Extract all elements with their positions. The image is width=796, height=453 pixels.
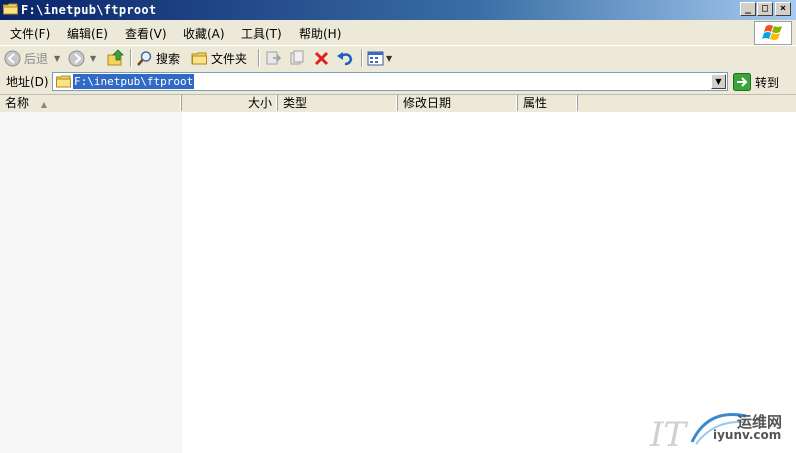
search-button[interactable]: 搜索 [136,48,180,68]
go-arrow-icon [733,73,751,91]
column-attributes[interactable]: 属性 [518,95,578,111]
minimize-button[interactable]: _ [740,2,756,16]
svg-text:IT: IT [649,415,688,453]
column-name-label: 名称 [5,96,30,110]
column-size-label: 大小 [247,96,272,110]
column-attributes-label: 属性 [523,96,548,110]
menu-view[interactable]: 查看(V) [125,25,167,42]
undo-button[interactable] [336,48,354,68]
delete-button[interactable] [313,48,330,68]
menu-bar: 文件(F) 编辑(E) 查看(V) 收藏(A) 工具(T) 帮助(H) [0,20,796,46]
views-dropdown-icon[interactable]: ▼ [386,54,392,63]
watermark-url: iyunv.com [713,428,782,442]
folders-button[interactable]: 文件夹 [191,48,247,68]
close-button[interactable]: × [775,2,791,16]
up-folder-button[interactable] [107,48,125,68]
address-value: F:\inetpub\ftproot [73,74,195,89]
folders-label: 文件夹 [211,51,248,66]
column-modified-label: 修改日期 [403,96,452,110]
column-type-label: 类型 [283,96,308,110]
toolbar-separator [258,49,260,67]
window-title: F:\inetpub\ftproot [21,3,157,17]
up-folder-icon [107,49,124,66]
column-type[interactable]: 类型 [278,95,398,111]
sort-ascending-icon: ▲ [40,100,47,109]
copy-to-button[interactable] [289,48,306,68]
forward-dropdown-icon[interactable]: ▼ [90,54,96,63]
menu-help[interactable]: 帮助(H) [299,25,341,42]
menu-favorites[interactable]: 收藏(A) [183,25,225,42]
address-dropdown-button[interactable]: ▼ [711,74,726,89]
delete-icon [314,51,329,65]
menu-tools[interactable]: 工具(T) [241,25,282,42]
name-column-area[interactable] [0,112,182,453]
folders-icon [191,52,207,64]
column-name[interactable]: 名称 ▲ [0,95,182,111]
address-input[interactable]: F:\inetpub\ftproot ▼ [52,72,728,91]
menu-edit[interactable]: 编辑(E) [67,25,108,42]
search-icon [137,50,152,66]
folder-icon [3,3,18,15]
back-arrow-icon [4,50,21,66]
move-to-button[interactable] [265,48,282,68]
toolbar: 后退 ▼ ▼ 搜索 文件夹 ▼ [0,46,796,71]
windows-logo-icon [754,21,792,45]
toolbar-separator [130,49,132,67]
undo-icon [337,51,353,65]
go-button[interactable]: 转到 [733,72,779,92]
title-bar[interactable]: F:\inetpub\ftproot _ □ × [0,0,796,20]
views-icon [367,51,384,65]
column-modified[interactable]: 修改日期 [398,95,518,111]
forward-button[interactable]: ▼ [68,48,96,68]
address-bar: 地址(D) F:\inetpub\ftproot ▼ 转到 [0,70,796,95]
maximize-button[interactable]: □ [757,2,773,16]
copy-to-icon [290,50,304,65]
column-size[interactable]: 大小 [182,95,278,111]
views-button[interactable]: ▼ [367,48,392,68]
back-dropdown-icon[interactable]: ▼ [54,54,60,63]
address-label: 地址(D) [6,75,49,89]
move-to-icon [266,51,282,65]
folder-icon [56,75,71,88]
forward-arrow-icon [68,50,85,66]
back-label: 后退 [24,51,49,66]
menu-file[interactable]: 文件(F) [10,25,50,42]
column-header-row: 名称 ▲ 大小 类型 修改日期 属性 [0,95,796,113]
toolbar-separator [361,49,363,67]
back-button[interactable]: 后退 ▼ [4,48,60,68]
search-label: 搜索 [156,51,181,66]
go-label: 转到 [755,75,780,90]
